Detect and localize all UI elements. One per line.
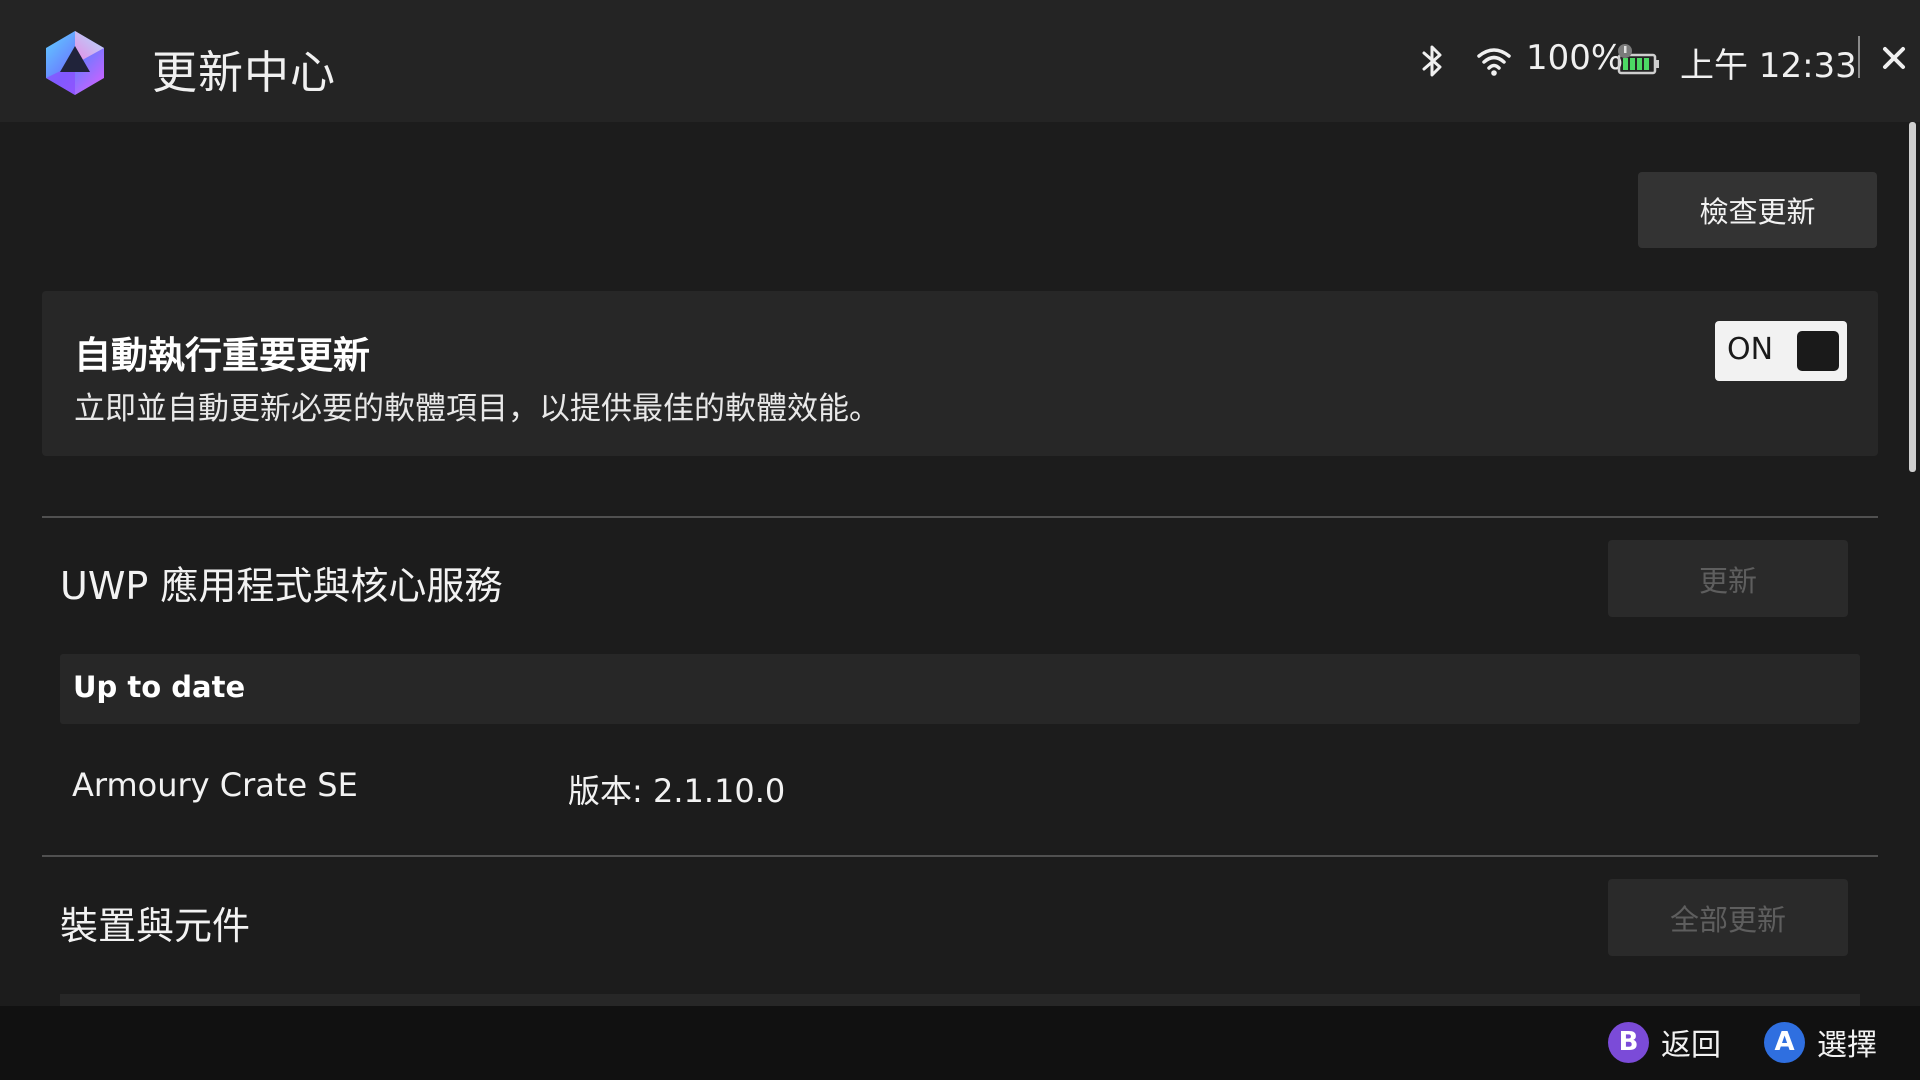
update-center-window: 更新中心 100% 上午 12:33 檢查更新 自動執行重要更新 立即並自動更新… [0,0,1920,1080]
page-title: 更新中心 [152,46,337,99]
back-label: 返回 [1661,1028,1721,1063]
b-button-icon: B [1608,1021,1649,1063]
list-item-name: Armoury Crate SE [72,766,358,804]
update-all-button[interactable]: 全部更新 [1608,879,1848,956]
auto-update-description: 立即並自動更新必要的軟體項目，以提供最佳的軟體效能。 [74,391,880,427]
close-button[interactable] [1874,38,1914,78]
toggle-knob [1797,331,1839,371]
bluetooth-icon [1420,38,1446,84]
uwp-update-button[interactable]: 更新 [1608,540,1848,617]
auto-update-card: 自動執行重要更新 立即並自動更新必要的軟體項目，以提供最佳的軟體效能。 ON [42,291,1878,456]
toggle-label: ON [1727,332,1774,367]
devices-section-title: 裝置與元件 [60,904,251,948]
uwp-status-bar: Up to date [60,654,1860,724]
list-item-version: 版本: 2.1.10.0 [568,772,786,810]
footer-bar: B 返回 A 選擇 [0,1006,1920,1080]
title-bar: 更新中心 100% 上午 12:33 [0,0,1920,122]
scrollbar[interactable] [1909,122,1916,472]
section-divider [42,855,1878,857]
uwp-status-text: Up to date [73,670,246,704]
wifi-icon [1476,38,1512,84]
back-hint[interactable]: B 返回 [1608,1020,1721,1064]
battery-percentage: 100% [1526,38,1624,78]
select-label: 選擇 [1817,1028,1877,1063]
close-icon [1883,47,1905,69]
auto-update-toggle[interactable]: ON [1715,321,1847,381]
section-divider [42,516,1878,518]
select-hint[interactable]: A 選擇 [1764,1020,1877,1064]
battery-icon [1616,38,1662,84]
auto-update-title: 自動執行重要更新 [74,334,370,377]
check-updates-button[interactable]: 檢查更新 [1638,172,1877,248]
armoury-crate-logo-icon [46,31,104,95]
uwp-section-title: UWP 應用程式與核心服務 [60,564,503,608]
a-button-icon: A [1764,1021,1805,1063]
devices-list-card [60,994,1860,1006]
clock: 上午 12:33 [1680,46,1857,86]
header-divider [1858,36,1860,78]
